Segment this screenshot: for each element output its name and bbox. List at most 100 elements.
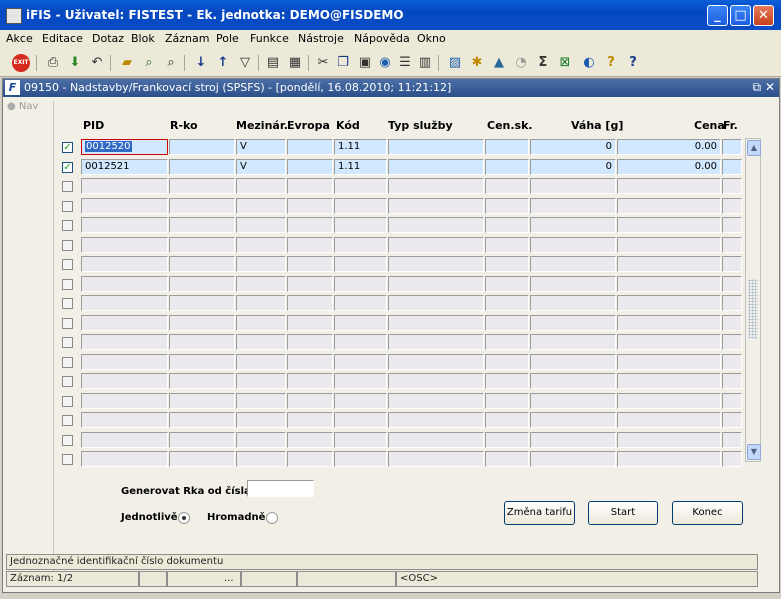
cell-fr[interactable] xyxy=(722,412,742,428)
minimize-button[interactable]: _ xyxy=(707,5,728,26)
cell-typ[interactable] xyxy=(388,198,484,214)
columns-icon[interactable]: ▥ xyxy=(416,54,434,72)
cell-rko[interactable] xyxy=(169,432,235,448)
cell-censk[interactable] xyxy=(485,432,529,448)
cell-evropa[interactable] xyxy=(287,393,333,409)
scroll-grip[interactable] xyxy=(748,279,758,339)
cancel-icon[interactable]: ↶ xyxy=(88,54,106,72)
cell-kod[interactable] xyxy=(334,412,387,428)
cell-pid[interactable] xyxy=(81,178,168,194)
cell-typ[interactable] xyxy=(388,295,484,311)
cell-cena[interactable] xyxy=(617,354,721,370)
cell-pid[interactable] xyxy=(81,334,168,350)
grid-scrollbar[interactable]: ▲ ▼ xyxy=(745,138,761,462)
cell-kod[interactable]: 1.11 xyxy=(334,159,387,175)
cell-typ[interactable] xyxy=(388,217,484,233)
cell-cena[interactable] xyxy=(617,256,721,272)
cell-evropa[interactable] xyxy=(287,373,333,389)
cell-fr[interactable] xyxy=(722,432,742,448)
cell-evropa[interactable] xyxy=(287,178,333,194)
cell-evropa[interactable] xyxy=(287,334,333,350)
radio-single[interactable] xyxy=(178,512,190,524)
cell-evropa[interactable] xyxy=(287,412,333,428)
cell-fr[interactable] xyxy=(722,198,742,214)
cell-typ[interactable] xyxy=(388,354,484,370)
cell-cena[interactable] xyxy=(617,393,721,409)
menu-zaznam[interactable]: Záznam xyxy=(165,32,209,45)
cell-cena[interactable]: 0.00 xyxy=(617,159,721,175)
menu-funkce[interactable]: Funkce xyxy=(250,32,289,45)
row-checkbox[interactable] xyxy=(62,279,73,290)
cell-pid[interactable] xyxy=(81,256,168,272)
cell-fr[interactable] xyxy=(722,393,742,409)
cell-rko[interactable] xyxy=(169,237,235,253)
print-doc-icon[interactable]: ▤ xyxy=(264,54,282,72)
cell-mezinar[interactable] xyxy=(236,237,286,253)
cell-kod[interactable] xyxy=(334,393,387,409)
cell-mezinar[interactable] xyxy=(236,256,286,272)
cell-mezinar[interactable] xyxy=(236,178,286,194)
cell-typ[interactable] xyxy=(388,432,484,448)
cell-evropa[interactable] xyxy=(287,198,333,214)
cell-vaha[interactable] xyxy=(530,432,616,448)
cell-censk[interactable] xyxy=(485,178,529,194)
cell-mezinar[interactable] xyxy=(236,451,286,467)
cell-vaha[interactable] xyxy=(530,276,616,292)
cell-mezinar[interactable] xyxy=(236,432,286,448)
cell-mezinar[interactable] xyxy=(236,334,286,350)
sort-desc-icon[interactable]: ↑ xyxy=(214,54,232,72)
form-titlebar[interactable]: F 09150 - Nadstavby/Frankovací stroj (SP… xyxy=(3,79,779,97)
cell-rko[interactable] xyxy=(169,217,235,233)
cell-rko[interactable] xyxy=(169,256,235,272)
cell-cena[interactable] xyxy=(617,198,721,214)
menu-dotaz[interactable]: Dotaz xyxy=(92,32,124,45)
cell-rko[interactable] xyxy=(169,198,235,214)
close-button[interactable]: ✕ xyxy=(753,5,774,26)
row-checkbox[interactable] xyxy=(62,298,73,309)
cell-kod[interactable] xyxy=(334,217,387,233)
cell-cena[interactable] xyxy=(617,237,721,253)
cell-pid[interactable] xyxy=(81,393,168,409)
cell-evropa[interactable] xyxy=(287,139,333,155)
cell-fr[interactable] xyxy=(722,373,742,389)
cell-kod[interactable]: 1.11 xyxy=(334,139,387,155)
row-checkbox[interactable] xyxy=(62,454,73,465)
window-titlebar[interactable]: iFIS - Uživatel: FISTEST - Ek. jednotka:… xyxy=(0,0,781,30)
cell-typ[interactable] xyxy=(388,276,484,292)
cell-rko[interactable] xyxy=(169,139,235,155)
cell-mezinar[interactable] xyxy=(236,412,286,428)
menu-okno[interactable]: Okno xyxy=(417,32,446,45)
cell-typ[interactable] xyxy=(388,256,484,272)
row-checkbox[interactable] xyxy=(62,396,73,407)
menu-pole[interactable]: Pole xyxy=(216,32,239,45)
cell-pid[interactable] xyxy=(81,432,168,448)
cell-mezinar[interactable] xyxy=(236,198,286,214)
cell-censk[interactable] xyxy=(485,334,529,350)
change-tariff-button[interactable]: Změna tarifu xyxy=(504,501,575,525)
cell-pid[interactable]: 0012521 xyxy=(81,159,168,175)
cell-pid[interactable]: 0012520 xyxy=(81,139,168,155)
cell-kod[interactable] xyxy=(334,198,387,214)
cell-evropa[interactable] xyxy=(287,354,333,370)
row-checkbox[interactable] xyxy=(62,201,73,212)
row-checkbox[interactable] xyxy=(62,181,73,192)
cell-rko[interactable] xyxy=(169,451,235,467)
find-icon[interactable]: ⌕ xyxy=(162,54,180,72)
list-icon[interactable]: ☰ xyxy=(396,54,414,72)
cell-rko[interactable] xyxy=(169,178,235,194)
maximize-button[interactable]: □ xyxy=(730,5,751,26)
cell-pid[interactable] xyxy=(81,217,168,233)
cell-typ[interactable] xyxy=(388,159,484,175)
cell-evropa[interactable] xyxy=(287,315,333,331)
cell-censk[interactable] xyxy=(485,256,529,272)
row-checkbox[interactable] xyxy=(62,259,73,270)
cell-fr[interactable] xyxy=(722,237,742,253)
cell-mezinar[interactable] xyxy=(236,295,286,311)
row-checkbox[interactable] xyxy=(62,337,73,348)
nav-label[interactable]: Nav xyxy=(19,101,39,112)
cell-evropa[interactable] xyxy=(287,256,333,272)
cell-fr[interactable] xyxy=(722,315,742,331)
print-icon[interactable]: ⎙ xyxy=(44,54,62,72)
menu-napoveda[interactable]: Nápověda xyxy=(354,32,410,45)
cell-mezinar[interactable] xyxy=(236,315,286,331)
